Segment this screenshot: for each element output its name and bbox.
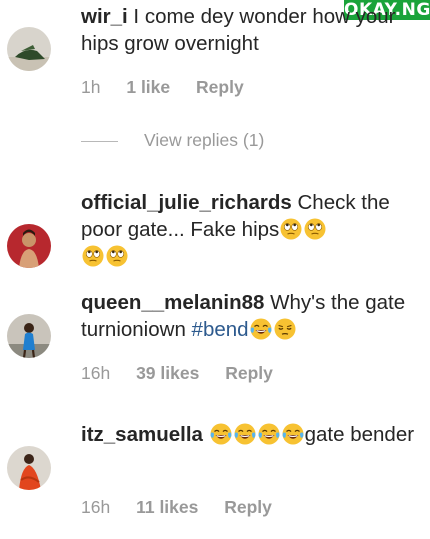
comment-body: official_julie_richards Check the poor g… [81,189,418,270]
avatar[interactable] [7,314,51,358]
comment-body: queen__melanin88 Why's the gate turnioni… [81,289,418,343]
comment-text: gate bender [304,423,415,446]
comment-likes[interactable]: 11 likes [136,497,198,518]
comment-time: 16h [81,497,111,517]
comment-meta: 16h 11 likes Reply [81,497,293,518]
comment-meta: 16h 39 likes Reply [81,363,294,384]
tears-of-joy-emoji [234,423,256,445]
comment-username[interactable]: itz_samuella [81,423,203,446]
avatar[interactable] [7,446,51,490]
comment-username[interactable]: wir_i [81,5,128,28]
comment-likes[interactable]: 39 likes [136,363,199,384]
rolling-eyes-emoji [82,245,104,267]
hashtag-link[interactable]: #bend [192,318,249,341]
tears-of-joy-emoji [258,423,280,445]
tears-of-joy-emoji [250,318,272,340]
unamused-emoji [274,318,296,340]
avatar[interactable] [7,27,51,71]
tears-of-joy-emoji [210,423,232,445]
reply-button[interactable]: Reply [224,497,272,518]
divider-line [81,140,118,142]
view-replies-link[interactable]: View replies (1) [81,130,264,151]
rolling-eyes-emoji [280,218,302,240]
view-replies-label[interactable]: View replies (1) [144,130,264,150]
reply-button[interactable]: Reply [196,77,244,98]
comment-meta: 1h 1 like Reply [81,77,265,98]
comment-username[interactable]: queen__melanin88 [81,291,264,314]
comment-text: I come dey wonder how your hips grow ove… [81,5,396,55]
comment-likes[interactable]: 1 like [126,77,170,98]
avatar[interactable] [7,224,51,268]
tears-of-joy-emoji [282,423,304,445]
comment-body: itz_samuella gate bender [81,421,418,448]
comment-username[interactable]: official_julie_richards [81,191,292,214]
comment-time: 16h [81,363,111,383]
rolling-eyes-emoji [106,245,128,267]
reply-button[interactable]: Reply [225,363,273,384]
rolling-eyes-emoji [304,218,326,240]
comment-time: 1h [81,77,101,97]
comment-body: wir_i I come dey wonder how your hips gr… [81,3,418,57]
